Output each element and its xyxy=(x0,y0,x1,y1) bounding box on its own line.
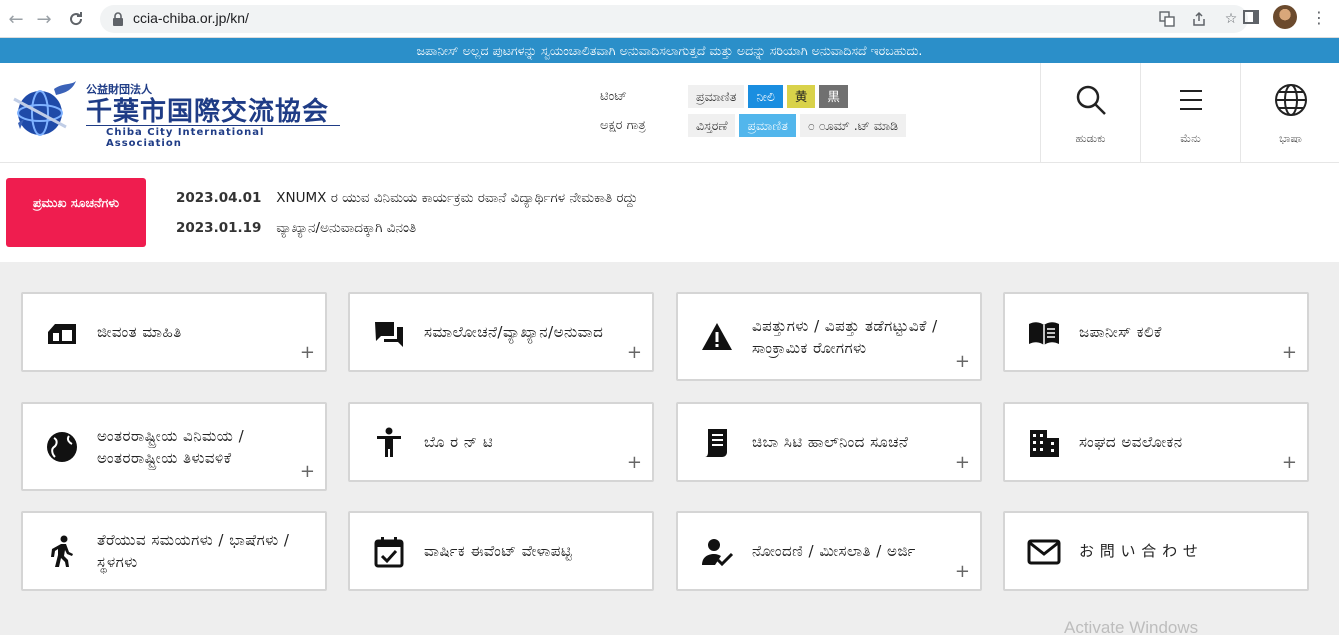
card-label: ವಾರ್ಷಿಕ ಈವೆಂಟ್ ವೇಳಾಪಟ್ಟಿ xyxy=(424,542,573,560)
address-bar[interactable]: ccia-chiba.or.jp/kn/ ☆ xyxy=(100,5,1248,33)
reload-icon[interactable] xyxy=(64,7,88,31)
font-size-zoom-out-button[interactable]: ೦ ೦ೂಮ್ .ಟ್ ಮಾಡಿ xyxy=(799,114,907,137)
forward-arrow-icon[interactable]: → xyxy=(32,7,56,31)
activate-windows-watermark: Activate Windows xyxy=(1064,618,1199,637)
card-opening-hours[interactable]: ತೆರೆಯುವ ಸಮಯಗಳು / ಭಾಷೆಗಳು / ಸ್ಥಳಗಳು xyxy=(21,511,327,591)
person-icon xyxy=(377,427,401,457)
card-label: お 問 い 合 わ せ xyxy=(1079,542,1199,560)
user-check-icon xyxy=(702,539,734,567)
category-grid: ಜೀವಂತ ಮಾಹಿತಿ + ಸಮಾಲೋಚನೆ/ವ್ಯಾಖ್ಯಾನ/ಅನುವಾದ… xyxy=(0,262,1339,635)
house-icon xyxy=(48,324,76,344)
card-label: ಅಂತರರಾಷ್ಟ್ರೀಯ ವಿನಿಮಯ / ಅಂತರರಾಷ್ಟ್ರೀಯ ತಿಳ… xyxy=(97,426,245,467)
globe-logo-icon xyxy=(13,81,76,136)
card-disasters[interactable]: ವಿಪತ್ತುಗಳು / ವಿಪತ್ತು ತಡೆಗಟ್ಟುವಿಕೆ / ಸಾಂಕ… xyxy=(676,292,982,381)
card-city-hall-notice[interactable]: ಚಿಬಾ ಸಿಟಿ ಹಾಲ್‌ನಿಂದ ಸೂಚನೆ + xyxy=(676,402,982,482)
news-date: 2023.01.19 xyxy=(176,220,262,236)
url-text: ccia-chiba.or.jp/kn/ xyxy=(133,10,249,26)
tint-yellow-button[interactable]: 黄 xyxy=(786,85,816,108)
expand-plus-icon[interactable]: + xyxy=(1282,454,1297,472)
news-title[interactable]: XNUMX ರ ಯುವ ವಿನಿಮಯ ಕಾರ್ಯಕ್ರಮ ರವಾನೆ ವಿದ್ಯ… xyxy=(276,190,637,206)
font-size-enlarge-button[interactable]: ವಿಸ್ತರಣೆ xyxy=(688,114,736,137)
more-menu-icon[interactable]: ⋮ xyxy=(1311,8,1327,27)
expand-plus-icon[interactable]: + xyxy=(955,353,970,371)
expand-plus-icon[interactable]: + xyxy=(955,454,970,472)
globe-icon xyxy=(1275,84,1307,116)
important-notices-badge[interactable]: ಪ್ರಮುಖ ಸೂಚನೆಗಳು xyxy=(6,178,146,247)
card-contact[interactable]: お 問 い 合 わ せ xyxy=(1003,511,1309,591)
card-label: ತೆರೆಯುವ ಸಮಯಗಳು / ಭಾಷೆಗಳು / ಸ್ಥಳಗಳು xyxy=(97,531,290,571)
font-size-label: ಅಕ್ಷರ ಗಾತ್ರ xyxy=(600,118,646,133)
translate-icon[interactable] xyxy=(1156,8,1178,30)
tint-control: ಟಿಂಟ್ ಪ್ರಮಾಣಿತ ನೀಲಿ 黄 黒 xyxy=(600,85,852,108)
card-label: ಸಂಘದ ಅವಲೋಕನ xyxy=(1079,433,1183,451)
menu-label: ಮೆನು xyxy=(1180,132,1201,145)
notice-icon xyxy=(705,429,727,457)
expand-plus-icon[interactable]: + xyxy=(1282,344,1297,362)
card-volunteer[interactable]: ಬೊ ರ ನ್ ಟಿ + xyxy=(348,402,654,482)
tint-standard-button[interactable]: ಪ್ರಮಾಣಿತ xyxy=(688,85,745,108)
card-label: ಜಪಾನೀಸ್ ಕಲಿಕೆ xyxy=(1079,323,1162,341)
globe-icon xyxy=(47,432,77,462)
search-icon xyxy=(1076,85,1106,115)
expand-plus-icon[interactable]: + xyxy=(955,563,970,581)
important-notices: ಪ್ರಮುಖ ಸೂಚನೆಗಳು 2023.04.01 XNUMX ರ ಯುವ ವ… xyxy=(0,163,1339,263)
mail-icon xyxy=(1027,539,1061,565)
language-label: ಭಾಷಾ xyxy=(1279,132,1302,145)
logo-english-name: Chiba City International Association xyxy=(106,127,265,149)
expand-plus-icon[interactable]: + xyxy=(627,454,642,472)
search-label: ಹುಡುಕು xyxy=(1075,132,1106,145)
card-label: ಚಿಬಾ ಸಿಟಿ ಹಾಲ್‌ನಿಂದ ಸೂಚನೆ xyxy=(752,433,909,451)
bookmark-star-icon[interactable]: ☆ xyxy=(1220,8,1242,30)
card-label: ಸಮಾಲೋಚನೆ/ವ್ಯಾಖ್ಯಾನ/ಅನುವಾದ xyxy=(424,323,604,341)
news-date: 2023.04.01 xyxy=(176,190,262,206)
expand-plus-icon[interactable]: + xyxy=(300,344,315,362)
tint-label: ಟಿಂಟ್ xyxy=(600,89,627,104)
tint-black-button[interactable]: 黒 xyxy=(819,85,848,108)
card-registration[interactable]: ನೋಂದಣಿ / ಮೀಸಲಾತಿ / ಅರ್ಜಿ + xyxy=(676,511,982,591)
share-icon[interactable] xyxy=(1188,8,1210,30)
site-logo[interactable]: 公益財団法人 千葉市国際交流協会 Chiba City Internationa… xyxy=(10,79,340,149)
expand-plus-icon[interactable]: + xyxy=(300,463,315,481)
side-panel-icon[interactable] xyxy=(1243,10,1259,24)
card-label: ಬೊ ರ ನ್ ಟಿ xyxy=(424,433,494,451)
back-arrow-icon[interactable]: ← xyxy=(4,7,28,31)
walk-icon xyxy=(51,535,73,567)
book-icon xyxy=(1029,322,1059,345)
card-label: ವಿಪತ್ತುಗಳು / ವಿಪತ್ತು ತಡೆಗಟ್ಟುವಿಕೆ / ಸಾಂಕ… xyxy=(752,316,938,357)
lock-icon xyxy=(113,12,123,26)
card-international-exchange[interactable]: ಅಂತರರಾಷ್ಟ್ರೀಯ ವಿನಿಮಯ / ಅಂತರರಾಷ್ಟ್ರೀಯ ತಿಳ… xyxy=(21,402,327,491)
news-item[interactable]: 2023.01.19 ವ್ಯಾಖ್ಯಾನ/ಅನುವಾದಕ್ಕಾಗಿ ವಿನಂತಿ xyxy=(176,220,416,236)
profile-avatar[interactable] xyxy=(1273,5,1297,29)
card-living-info[interactable]: ಜೀವಂತ ಮಾಹಿತಿ + xyxy=(21,292,327,372)
news-item[interactable]: 2023.04.01 XNUMX ರ ಯುವ ವಿನಿಮಯ ಕಾರ್ಯಕ್ರಮ … xyxy=(176,190,638,206)
menu-button[interactable]: ಮೆನು xyxy=(1140,63,1240,163)
card-consultation[interactable]: ಸಮಾಲೋಚನೆ/ವ್ಯಾಖ್ಯಾನ/ಅನುವಾದ + xyxy=(348,292,654,372)
warning-icon xyxy=(702,323,732,350)
card-label: ಜೀವಂತ ಮಾಹಿತಿ xyxy=(97,323,182,341)
translation-notice-banner: ಜಪಾನೀಸ್ ಅಲ್ಲದ ಪುಟಗಳನ್ನು ಸ್ವಯಂಚಾಲಿತವಾಗಿ ಅ… xyxy=(0,38,1339,63)
font-size-standard-button[interactable]: ಪ್ರಮಾಣಿತ xyxy=(739,114,796,137)
font-size-control: ಅಕ್ಷರ ಗಾತ್ರ ವಿಸ್ತರಣೆ ಪ್ರಮಾಣಿತ ೦ ೦ೂಮ್ .ಟ್… xyxy=(600,114,910,137)
card-association-overview[interactable]: ಸಂಘದ ಅವಲೋಕನ + xyxy=(1003,402,1309,482)
calendar-icon xyxy=(374,537,404,568)
browser-toolbar: ← → ccia-chiba.or.jp/kn/ ☆ ⋮ xyxy=(0,0,1339,38)
chat-icon xyxy=(375,322,403,347)
site-header: 公益財団法人 千葉市国際交流協会 Chiba City Internationa… xyxy=(0,63,1339,163)
hamburger-menu-icon xyxy=(1180,90,1202,110)
card-annual-events[interactable]: ವಾರ್ಷಿಕ ಈವೆಂಟ್ ವೇಳಾಪಟ್ಟಿ xyxy=(348,511,654,591)
news-title[interactable]: ವ್ಯಾಖ್ಯಾನ/ಅನುವಾದಕ್ಕಾಗಿ ವಿನಂತಿ xyxy=(276,220,416,236)
card-label: ನೋಂದಣಿ / ಮೀಸಲಾತಿ / ಅರ್ಜಿ xyxy=(752,542,916,560)
search-button[interactable]: ಹುಡುಕು xyxy=(1040,63,1140,163)
card-japanese-learning[interactable]: ಜಪಾನೀಸ್ ಕಲಿಕೆ + xyxy=(1003,292,1309,372)
logo-title: 千葉市国際交流協会 xyxy=(86,97,330,127)
building-icon xyxy=(1030,430,1059,457)
expand-plus-icon[interactable]: + xyxy=(627,344,642,362)
tint-blue-button[interactable]: ನೀಲಿ xyxy=(748,85,783,108)
language-button[interactable]: ಭಾಷಾ xyxy=(1240,63,1339,163)
